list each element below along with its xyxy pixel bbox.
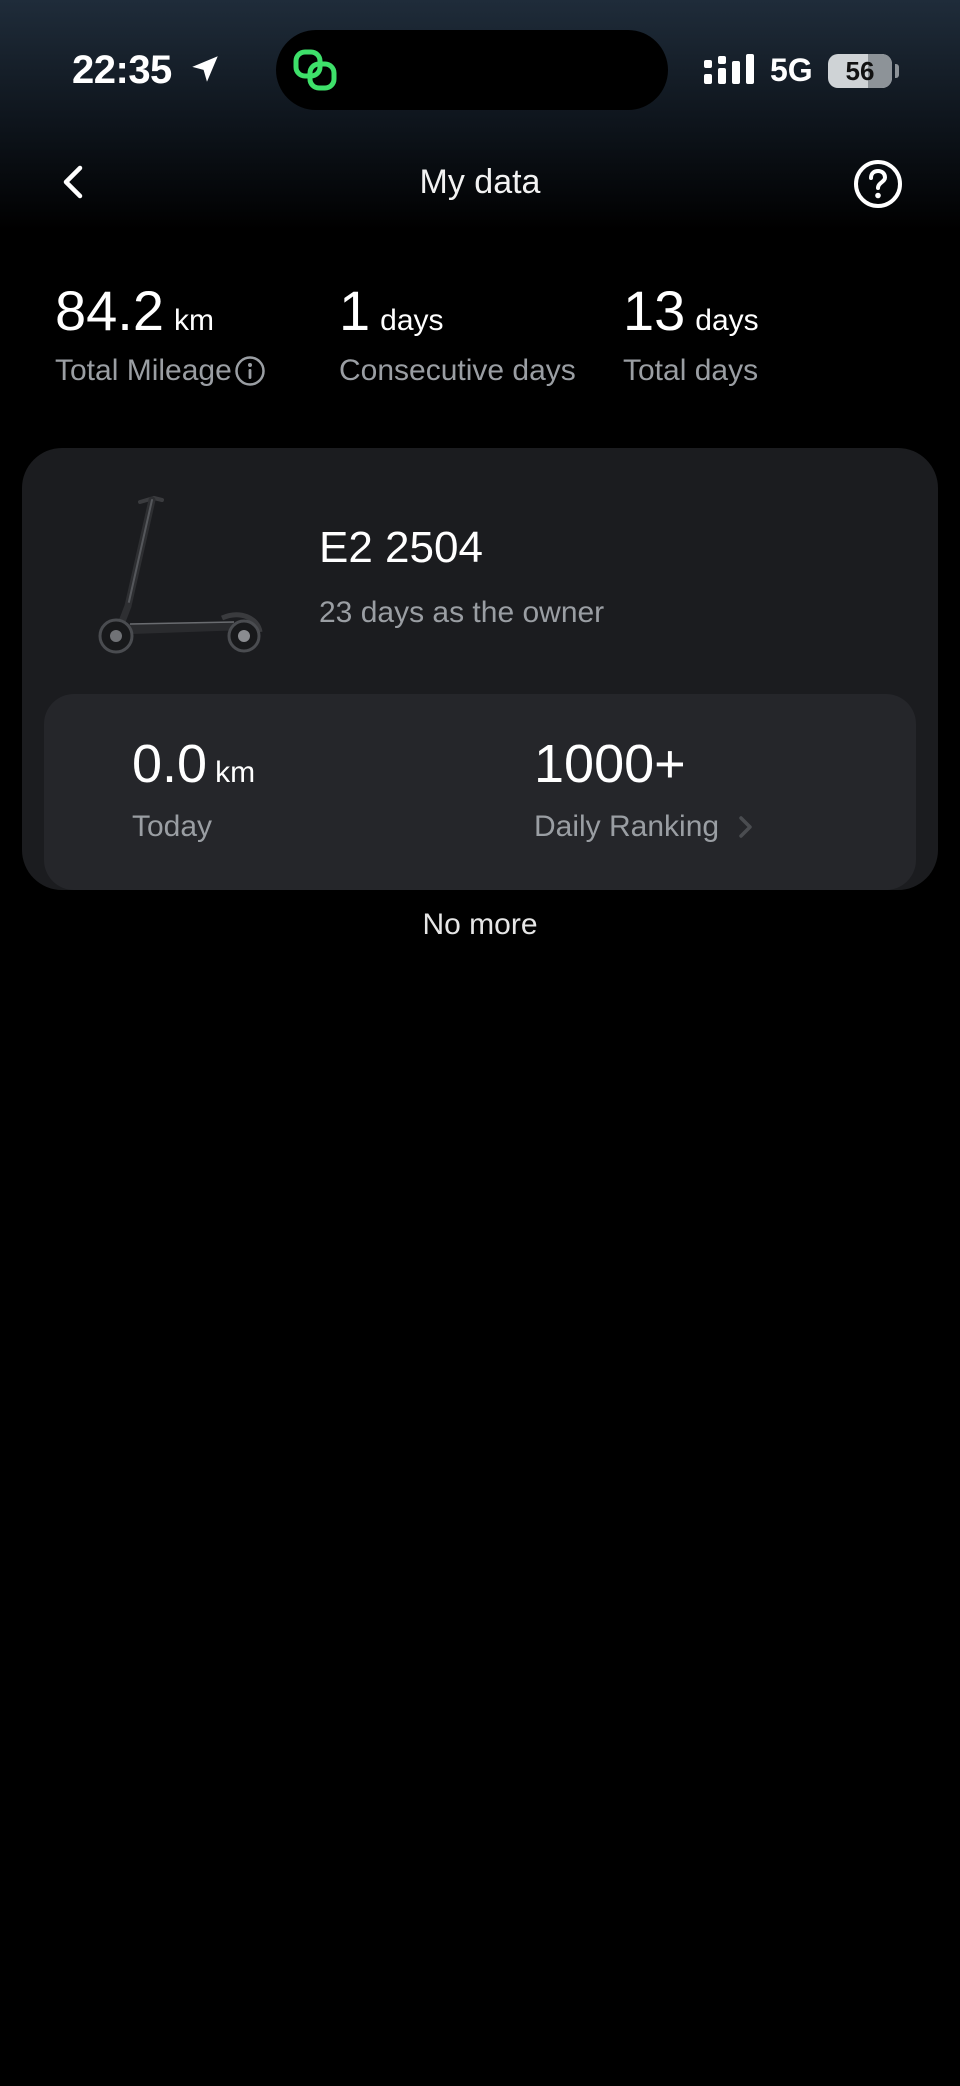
vehicle-stats-panel: 0.0 km Today 1000+ Daily Ranking — [44, 694, 916, 890]
consecutive-days-stat: 1 days Consecutive days — [339, 278, 576, 388]
total-mileage-stat: 84.2 km Total Mileage — [55, 278, 266, 388]
daily-ranking-label: Daily Ranking — [534, 810, 720, 843]
total-days-label: Total days — [623, 354, 759, 387]
total-mileage-value: 84.2 — [55, 279, 164, 342]
today-mileage-value: 0.0 — [132, 734, 208, 794]
location-arrow-icon — [192, 56, 218, 82]
my-data-screen: 22:35 5G 56 My data 84.2 km Total Mileag… — [0, 0, 960, 2086]
cellular-signal-icon — [704, 54, 754, 84]
today-mileage-unit: km — [215, 756, 256, 789]
dynamic-island — [276, 30, 668, 110]
consecutive-days-value: 1 — [339, 279, 371, 342]
status-bar: 22:35 5G 56 — [0, 0, 960, 140]
daily-ranking-link[interactable]: 1000+ Daily Ranking — [534, 732, 757, 844]
total-mileage-unit: km — [174, 304, 214, 337]
network-type: 5G — [770, 52, 813, 88]
battery-level: 56 — [845, 56, 875, 86]
consecutive-days-unit: days — [380, 304, 444, 337]
total-mileage-label: Total Mileage — [55, 354, 232, 387]
vehicle-name: E2 2504 — [319, 523, 483, 572]
total-days-unit: days — [695, 304, 759, 337]
battery-tip — [895, 64, 899, 78]
question-circle-icon[interactable] — [852, 158, 904, 210]
today-mileage-stat: 0.0 km Today — [132, 732, 255, 844]
page-title: My data — [419, 163, 541, 201]
consecutive-days-label: Consecutive days — [339, 354, 576, 387]
owner-days: 23 days as the owner — [319, 596, 605, 629]
daily-ranking-value: 1000+ — [534, 734, 686, 794]
kick-scooter-image — [98, 495, 263, 654]
today-label: Today — [132, 810, 213, 843]
battery-icon: 56 — [828, 54, 892, 88]
chevron-right-icon — [739, 816, 752, 838]
vehicle-card[interactable]: E2 2504 23 days as the owner 0.0 km Toda… — [22, 448, 938, 890]
total-days-value: 13 — [623, 279, 686, 342]
total-days-stat: 13 days Total days — [623, 278, 759, 388]
status-time: 22:35 — [72, 48, 172, 92]
linked-rings-icon — [293, 49, 337, 91]
info-icon[interactable] — [234, 355, 266, 387]
end-of-list-label: No more — [422, 908, 538, 941]
